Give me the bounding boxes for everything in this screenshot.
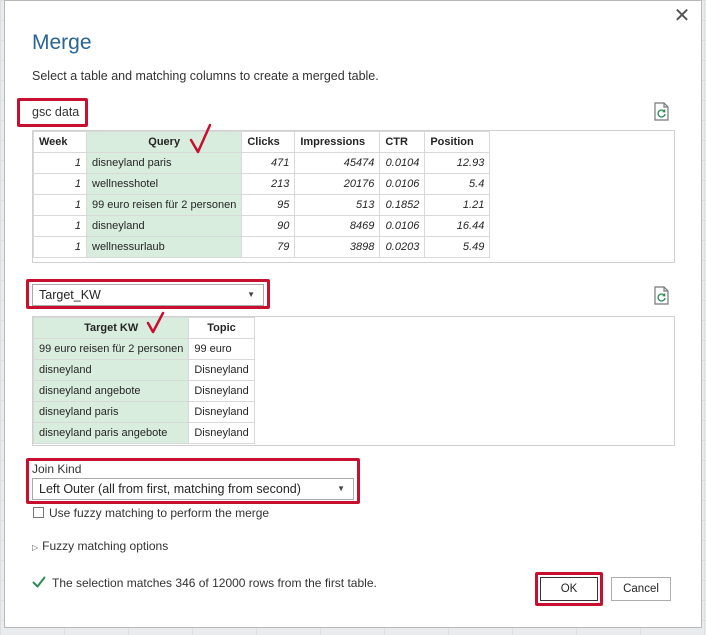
second-table-selected: Target_KW bbox=[39, 288, 101, 302]
table-cell: 1 bbox=[33, 236, 87, 258]
table-cell: 471 bbox=[241, 152, 296, 174]
second-table-preview: Target KW Topic 99 euro reisen für 2 per… bbox=[32, 316, 675, 446]
dialog-title: Merge bbox=[32, 31, 92, 54]
table-cell: 95 bbox=[241, 194, 296, 216]
table-cell: 513 bbox=[294, 194, 381, 216]
merge-dialog: ✕ Merge Select a table and matching colu… bbox=[4, 0, 702, 628]
table-cell: 0.1852 bbox=[379, 194, 426, 216]
table-cell: 99 euro reisen für 2 personen bbox=[85, 194, 243, 216]
table-row: disneyland Disneyland bbox=[33, 359, 255, 381]
column-header-query[interactable]: Query bbox=[85, 131, 243, 153]
table-row: 1 wellnesshotel 213 20176 0.0106 5.4 bbox=[33, 173, 491, 195]
table-row: 99 euro reisen für 2 personen 99 euro bbox=[33, 338, 255, 360]
second-table-dropdown[interactable]: Target_KW ▼ bbox=[32, 284, 264, 306]
table-row: 1 wellnessurlaub 79 3898 0.0203 5.49 bbox=[33, 236, 491, 258]
table-cell: 90 bbox=[241, 215, 296, 237]
first-table-preview: Week Query Clicks Impressions CTR Positi… bbox=[32, 130, 675, 263]
table-cell: 5.49 bbox=[424, 236, 491, 258]
table-cell: 1 bbox=[33, 152, 87, 174]
table-cell: disneyland bbox=[85, 215, 243, 237]
table-cell: disneyland angebote bbox=[33, 380, 190, 402]
table-cell: 0.0106 bbox=[379, 173, 426, 195]
chevron-down-icon: ▼ bbox=[337, 484, 345, 493]
column-header-week[interactable]: Week bbox=[33, 131, 87, 153]
dialog-subtitle: Select a table and matching columns to c… bbox=[32, 69, 379, 83]
table-cell: disneyland bbox=[33, 359, 190, 381]
table-cell: wellnessurlaub bbox=[85, 236, 243, 258]
table-cell: Disneyland bbox=[188, 359, 255, 381]
chevron-down-icon: ▼ bbox=[247, 290, 255, 299]
table-row: 1 disneyland paris 471 45474 0.0104 12.9… bbox=[33, 152, 491, 174]
table-row: 1 99 euro reisen für 2 personen 95 513 0… bbox=[33, 194, 491, 216]
table-cell: disneyland paris bbox=[85, 152, 243, 174]
fuzzy-matching-checkbox[interactable] bbox=[33, 507, 44, 518]
table-cell: 213 bbox=[241, 173, 296, 195]
table-cell: 12.93 bbox=[424, 152, 491, 174]
table-row: disneyland angebote Disneyland bbox=[33, 380, 255, 402]
ok-button[interactable]: OK bbox=[540, 577, 598, 601]
close-icon[interactable]: ✕ bbox=[672, 6, 692, 26]
table-cell: 0.0104 bbox=[379, 152, 426, 174]
table-cell: 1 bbox=[33, 173, 87, 195]
table-row: disneyland paris angebote Disneyland bbox=[33, 422, 255, 444]
table-cell: disneyland paris bbox=[33, 401, 190, 423]
table-cell: 3898 bbox=[294, 236, 381, 258]
annotation-checkmark-query bbox=[189, 123, 212, 154]
join-kind-dropdown[interactable]: Left Outer (all from first, matching fro… bbox=[32, 478, 354, 500]
table-cell: wellnesshotel bbox=[85, 173, 243, 195]
join-kind-label: Join Kind bbox=[32, 462, 82, 476]
table-cell: 0.0203 bbox=[379, 236, 426, 258]
table-cell: disneyland paris angebote bbox=[33, 422, 190, 444]
column-header-topic[interactable]: Topic bbox=[188, 317, 255, 339]
column-header-position[interactable]: Position bbox=[424, 131, 491, 153]
fuzzy-matching-label[interactable]: Use fuzzy matching to perform the merge bbox=[49, 506, 269, 520]
column-header-ctr[interactable]: CTR bbox=[379, 131, 426, 153]
column-header-clicks[interactable]: Clicks bbox=[241, 131, 296, 153]
fuzzy-options-label: Fuzzy matching options bbox=[42, 539, 169, 553]
column-header-impressions[interactable]: Impressions bbox=[294, 131, 381, 153]
table-cell: Disneyland bbox=[188, 422, 255, 444]
table-cell: 1 bbox=[33, 194, 87, 216]
table-row: 1 disneyland 90 8469 0.0106 16.44 bbox=[33, 215, 491, 237]
table-cell: 99 euro reisen für 2 personen bbox=[33, 338, 190, 360]
second-table-grid: Target KW Topic 99 euro reisen für 2 per… bbox=[33, 317, 255, 444]
table-cell: Disneyland bbox=[188, 401, 255, 423]
refresh-preview-icon[interactable] bbox=[653, 102, 671, 122]
refresh-preview-icon[interactable] bbox=[653, 286, 671, 306]
fuzzy-options-toggle[interactable]: ▷ Fuzzy matching options bbox=[32, 539, 168, 553]
annotation-checkmark-target-kw bbox=[146, 311, 165, 334]
cancel-button[interactable]: Cancel bbox=[611, 577, 671, 601]
first-table-grid: Week Query Clicks Impressions CTR Positi… bbox=[33, 131, 491, 258]
table-cell: 45474 bbox=[294, 152, 381, 174]
table-cell: 99 euro bbox=[188, 338, 255, 360]
join-kind-selected: Left Outer (all from first, matching fro… bbox=[39, 482, 301, 496]
table-cell: 20176 bbox=[294, 173, 381, 195]
table-cell: 8469 bbox=[294, 215, 381, 237]
match-status-text: The selection matches 346 of 12000 rows … bbox=[52, 576, 377, 590]
first-table-name: gsc data bbox=[32, 105, 80, 119]
table-cell: 5.4 bbox=[424, 173, 491, 195]
table-row: disneyland paris Disneyland bbox=[33, 401, 255, 423]
table-cell: 0.0106 bbox=[379, 215, 426, 237]
table-cell: 1 bbox=[33, 215, 87, 237]
table-cell: 1.21 bbox=[424, 194, 491, 216]
success-check-icon bbox=[32, 576, 46, 588]
table-cell: Disneyland bbox=[188, 380, 255, 402]
table-cell: 79 bbox=[241, 236, 296, 258]
expand-triangle-icon: ▷ bbox=[32, 543, 39, 552]
table-cell: 16.44 bbox=[424, 215, 491, 237]
